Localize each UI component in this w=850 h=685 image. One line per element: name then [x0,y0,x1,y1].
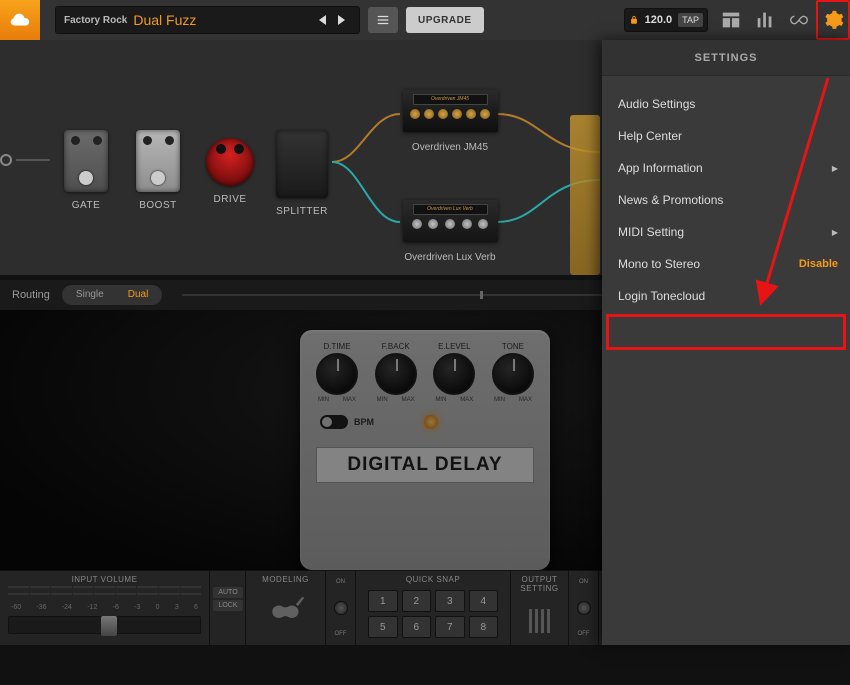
modeling-onoff: ON OFF [326,571,356,645]
pedal-drive[interactable]: DRIVE [200,130,260,205]
preset-panel-icon[interactable] [714,0,748,40]
bpm-value: 120.0 [645,14,673,26]
panel-title: QUICK SNAP [364,575,502,584]
lock-icon [629,14,639,26]
quick-snap-panel: QUICK SNAP 1 2 3 4 5 6 7 8 [356,571,511,645]
input-volume-slider[interactable] [8,616,201,634]
settings-audio[interactable]: Audio Settings [602,88,850,120]
settings-news[interactable]: News & Promotions [602,184,850,216]
cable-line [16,159,50,161]
digital-delay-pedal[interactable]: D.TIMEMINMAX F.BACKMINMAX E.LEVELMINMAX … [300,330,550,570]
bpm-display[interactable]: 120.0 TAP [624,8,708,32]
output-setting-panel[interactable]: OUTPUT SETTING [511,571,569,645]
routing-label: Routing [12,289,50,301]
snap-7[interactable]: 7 [435,616,465,638]
panel-title: INPUT VOLUME [8,575,201,584]
amp-plate: Overdriven Lux Verb [413,204,488,215]
preset-category: Factory Rock [64,15,127,26]
knob-label: F.BACK [382,342,410,351]
modeling-panel: MODELING [246,571,326,645]
dtime-knob[interactable] [316,353,358,395]
snap-1[interactable]: 1 [368,590,398,612]
pedal-label: GATE [56,200,116,211]
settings-midi[interactable]: MIDI Setting▶ [602,216,850,248]
snap-4[interactable]: 4 [469,590,499,612]
elevel-knob[interactable] [433,353,475,395]
output-onoff: ON OFF [569,571,599,645]
settings-help[interactable]: Help Center [602,120,850,152]
settings-app-info[interactable]: App Information▶ [602,152,850,184]
snap-2[interactable]: 2 [402,590,432,612]
preset-name: Dual Fuzz [133,12,313,28]
upgrade-button[interactable]: UPGRADE [406,7,484,33]
routing-dual[interactable]: Dual [116,287,161,303]
snap-6[interactable]: 6 [402,616,432,638]
highlight-login [606,314,846,350]
lock-button[interactable]: LOCK [213,600,243,611]
app-logo[interactable] [0,0,40,40]
routing-toggle[interactable]: Single Dual [62,285,162,305]
pedal-boost[interactable]: BOOST [128,130,188,211]
pedal-label: BOOST [128,200,188,211]
snap-5[interactable]: 5 [368,616,398,638]
amp-label: Overdriven Lux Verb [400,252,500,263]
mixer-icon[interactable] [748,0,782,40]
knob-label: TONE [502,342,524,351]
pedal-name-plate: DIGITAL DELAY [316,447,534,483]
tap-button[interactable]: TAP [678,13,703,27]
bpm-sync-toggle[interactable] [320,415,348,429]
volume-scale: -60-36-24-12-6-3036 [8,604,201,612]
knob-label: E.LEVEL [438,342,470,351]
snap-8[interactable]: 8 [469,616,499,638]
auto-lock-panel: AUTO LOCK [210,571,246,645]
snap-3[interactable]: 3 [435,590,465,612]
bpm-label: BPM [354,417,374,427]
settings-title: SETTINGS [602,40,850,76]
amp-plate: Overdriven JM45 [413,94,488,105]
loop-icon[interactable] [782,0,816,40]
output-routing-icon [529,609,550,633]
panel-title: MODELING [262,575,309,584]
amp-top[interactable]: Overdriven JM45 Overdriven JM45 [400,90,500,153]
settings-gear-icon[interactable] [816,0,850,40]
pedal-splitter[interactable]: SPLITTER [272,130,332,217]
pedal-label: SPLITTER [272,206,332,217]
amp-label: Overdriven JM45 [400,142,500,153]
preset-list-button[interactable] [368,7,398,33]
knob-label: D.TIME [323,342,350,351]
settings-dropdown: SETTINGS Audio Settings Help Center App … [602,40,850,645]
chevron-right-icon: ▶ [832,164,838,173]
fback-knob[interactable] [375,353,417,395]
status-led-icon [424,415,438,429]
guitar-icon[interactable] [266,590,306,626]
preset-selector[interactable]: Factory Rock Dual Fuzz [55,6,360,34]
input-volume-panel: INPUT VOLUME -60-36-24-12-6-3036 [0,571,210,645]
input-jack-icon [0,154,12,166]
chevron-right-icon: ▶ [832,228,838,237]
top-bar: Factory Rock Dual Fuzz UPGRADE 120.0 TAP [0,0,850,40]
pedal-gate[interactable]: GATE [56,130,116,211]
settings-login-tonecloud[interactable]: Login Tonecloud [602,280,850,312]
auto-gain-button[interactable]: AUTO [213,587,243,598]
tone-knob[interactable] [492,353,534,395]
cabinet-block[interactable] [570,115,600,275]
settings-mono-stereo[interactable]: Mono to StereoDisable [602,248,850,280]
next-preset-icon[interactable] [338,15,345,25]
panel-title: OUTPUT SETTING [519,575,560,593]
routing-single[interactable]: Single [64,287,116,303]
pedal-label: DRIVE [200,194,260,205]
modeling-power-switch[interactable] [334,601,348,615]
output-power-switch[interactable] [577,601,591,615]
disable-pill: Disable [799,258,838,270]
amp-bottom[interactable]: Overdriven Lux Verb Overdriven Lux Verb [400,200,500,263]
prev-preset-icon[interactable] [319,15,326,25]
